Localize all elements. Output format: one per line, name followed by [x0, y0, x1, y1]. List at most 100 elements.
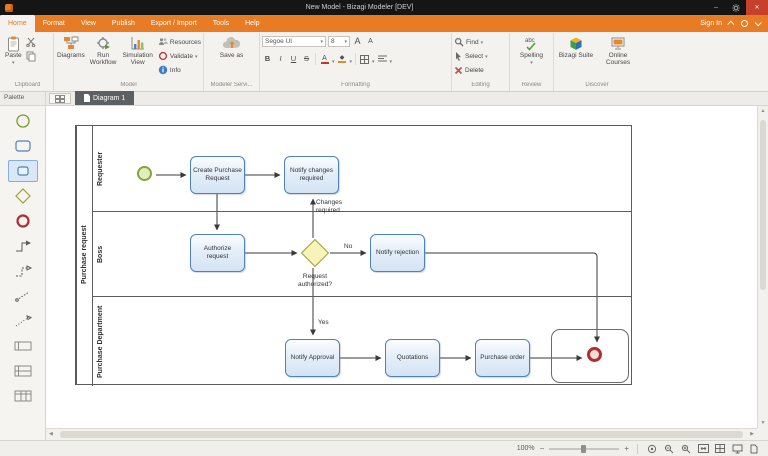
zoom-slider[interactable]: [549, 448, 619, 450]
find-dropdown-icon[interactable]: [481, 39, 484, 46]
task-authorize-request[interactable]: Authorize request: [190, 234, 245, 272]
options-chevron-icon[interactable]: [755, 19, 762, 26]
fit-to-screen-button[interactable]: [697, 443, 709, 455]
borders-button[interactable]: [359, 54, 370, 65]
end-event-icon: [13, 213, 33, 229]
horizontal-scrollbar[interactable]: ◀ ▶: [46, 428, 757, 440]
zoom-in-button[interactable]: +: [624, 445, 629, 453]
zoom-in-tool-button[interactable]: [680, 443, 692, 455]
fit-to-screen-icon: [698, 444, 709, 453]
task-notify-changes-required[interactable]: Notify changes required: [284, 156, 339, 194]
font-color-button[interactable]: A: [319, 54, 330, 65]
fill-color-button[interactable]: ◆: [337, 54, 348, 65]
underline-button[interactable]: U: [288, 54, 299, 65]
font-color-dropdown-icon[interactable]: [332, 50, 335, 68]
borders-dropdown-icon[interactable]: [372, 50, 375, 68]
scroll-left-icon[interactable]: ◀: [49, 431, 53, 437]
tab-publish[interactable]: Publish: [104, 15, 143, 32]
presentation-mode-button[interactable]: [731, 443, 743, 455]
shrink-font-button[interactable]: A: [365, 36, 376, 47]
settings-gear-icon[interactable]: [726, 0, 746, 15]
minimize-button[interactable]: [706, 0, 726, 15]
scroll-down-icon[interactable]: ▼: [758, 420, 768, 426]
page-layout-button[interactable]: [748, 443, 760, 455]
task-purchase-order[interactable]: Purchase order: [475, 339, 530, 377]
zoom-out-tool-button[interactable]: [663, 443, 675, 455]
validate-dropdown-icon[interactable]: [195, 53, 198, 60]
task-quotations[interactable]: Quotations: [385, 339, 440, 377]
select-dropdown-icon[interactable]: [485, 53, 488, 60]
resources-button[interactable]: Resources: [158, 36, 201, 48]
end-event[interactable]: [587, 347, 602, 362]
save-as-button[interactable]: Save as: [214, 34, 250, 60]
find-button[interactable]: Find: [454, 36, 488, 48]
close-button[interactable]: [746, 0, 768, 15]
palette-task-tool[interactable]: [8, 135, 38, 157]
lane-requester[interactable]: Requester: [92, 126, 631, 211]
select-button[interactable]: Select: [454, 50, 488, 62]
align-button[interactable]: [377, 54, 388, 65]
validate-button[interactable]: Validate: [158, 50, 201, 62]
fill-color-dropdown-icon[interactable]: [350, 50, 353, 68]
task-notify-rejection[interactable]: Notify rejection: [370, 234, 425, 272]
palette-start-event-tool[interactable]: [8, 110, 38, 132]
task-create-purchase-request[interactable]: Create Purchase Request: [190, 156, 245, 194]
palette-gateway-tool[interactable]: [8, 185, 38, 207]
palette-lane-tool[interactable]: [8, 360, 38, 382]
bizagi-suite-button[interactable]: Bizagi Suite: [557, 34, 595, 60]
diagrams-button[interactable]: Diagrams: [56, 34, 86, 60]
pool-purchase-request[interactable]: Purchase request Requester Boss Purchase…: [75, 125, 632, 385]
spelling-dropdown-icon[interactable]: [530, 59, 533, 66]
palette-pool-tool[interactable]: [8, 335, 38, 357]
online-courses-button[interactable]: Online Courses: [599, 34, 637, 68]
feedback-icon[interactable]: [741, 20, 748, 27]
font-name-select[interactable]: Segoe UI: [262, 36, 326, 47]
palette-message-flow-tool[interactable]: [8, 260, 38, 282]
grow-font-button[interactable]: A: [352, 36, 363, 47]
spelling-button[interactable]: abc Spelling: [515, 34, 549, 68]
reset-zoom-button[interactable]: [646, 443, 658, 455]
diagram-grid-icon: [55, 95, 65, 103]
vertical-scrollbar[interactable]: ▲ ▼: [757, 106, 768, 428]
tab-home[interactable]: Home: [0, 15, 35, 32]
scroll-right-icon[interactable]: ▶: [750, 431, 754, 437]
zoom-slider-thumb[interactable]: [581, 445, 586, 453]
task-notify-approval[interactable]: Notify Approval: [285, 339, 340, 377]
paste-dropdown-icon[interactable]: [12, 59, 15, 66]
palette-end-event-tool[interactable]: [8, 210, 38, 232]
lane-boss[interactable]: Boss: [92, 211, 631, 296]
palette-data-association-tool[interactable]: [8, 310, 38, 332]
zoom-out-button[interactable]: −: [540, 445, 545, 453]
collapse-ribbon-icon[interactable]: [727, 21, 734, 28]
delete-button[interactable]: Delete: [454, 64, 488, 76]
start-event[interactable]: [137, 166, 152, 181]
tab-format[interactable]: Format: [35, 15, 73, 32]
italic-button[interactable]: I: [275, 54, 286, 65]
tab-diagram-1[interactable]: Diagram 1: [75, 91, 134, 105]
run-workflow-button[interactable]: Run Workflow: [87, 34, 120, 68]
tab-export-import[interactable]: Export / Import: [143, 15, 205, 32]
palette-milestone-tool[interactable]: [8, 385, 38, 407]
align-dropdown-icon[interactable]: [390, 50, 393, 68]
info-button[interactable]: Info: [158, 64, 201, 76]
font-size-select[interactable]: 8: [328, 36, 350, 47]
cut-button[interactable]: [24, 36, 38, 48]
strikethrough-button[interactable]: S: [301, 54, 312, 65]
diagram-canvas[interactable]: Purchase request Requester Boss Purchase…: [46, 106, 757, 428]
simulation-view-button[interactable]: Simulation View: [120, 34, 155, 68]
diagram-list-button[interactable]: [49, 93, 71, 104]
copy-button[interactable]: [24, 50, 38, 62]
tab-help[interactable]: Help: [237, 15, 267, 32]
paste-button[interactable]: Paste: [4, 34, 23, 68]
sign-in-link[interactable]: Sign In: [700, 20, 722, 27]
palette-sequence-flow-tool[interactable]: [8, 235, 38, 257]
tab-view[interactable]: View: [73, 15, 104, 32]
vertical-scroll-thumb[interactable]: [760, 120, 766, 290]
horizontal-scroll-thumb[interactable]: [60, 431, 743, 438]
tab-tools[interactable]: Tools: [205, 15, 237, 32]
palette-association-tool[interactable]: [8, 285, 38, 307]
palette-task-tool-selected[interactable]: [8, 160, 38, 182]
grid-view-button[interactable]: [714, 443, 726, 455]
scroll-up-icon[interactable]: ▲: [758, 108, 768, 114]
bold-button[interactable]: B: [262, 54, 273, 65]
